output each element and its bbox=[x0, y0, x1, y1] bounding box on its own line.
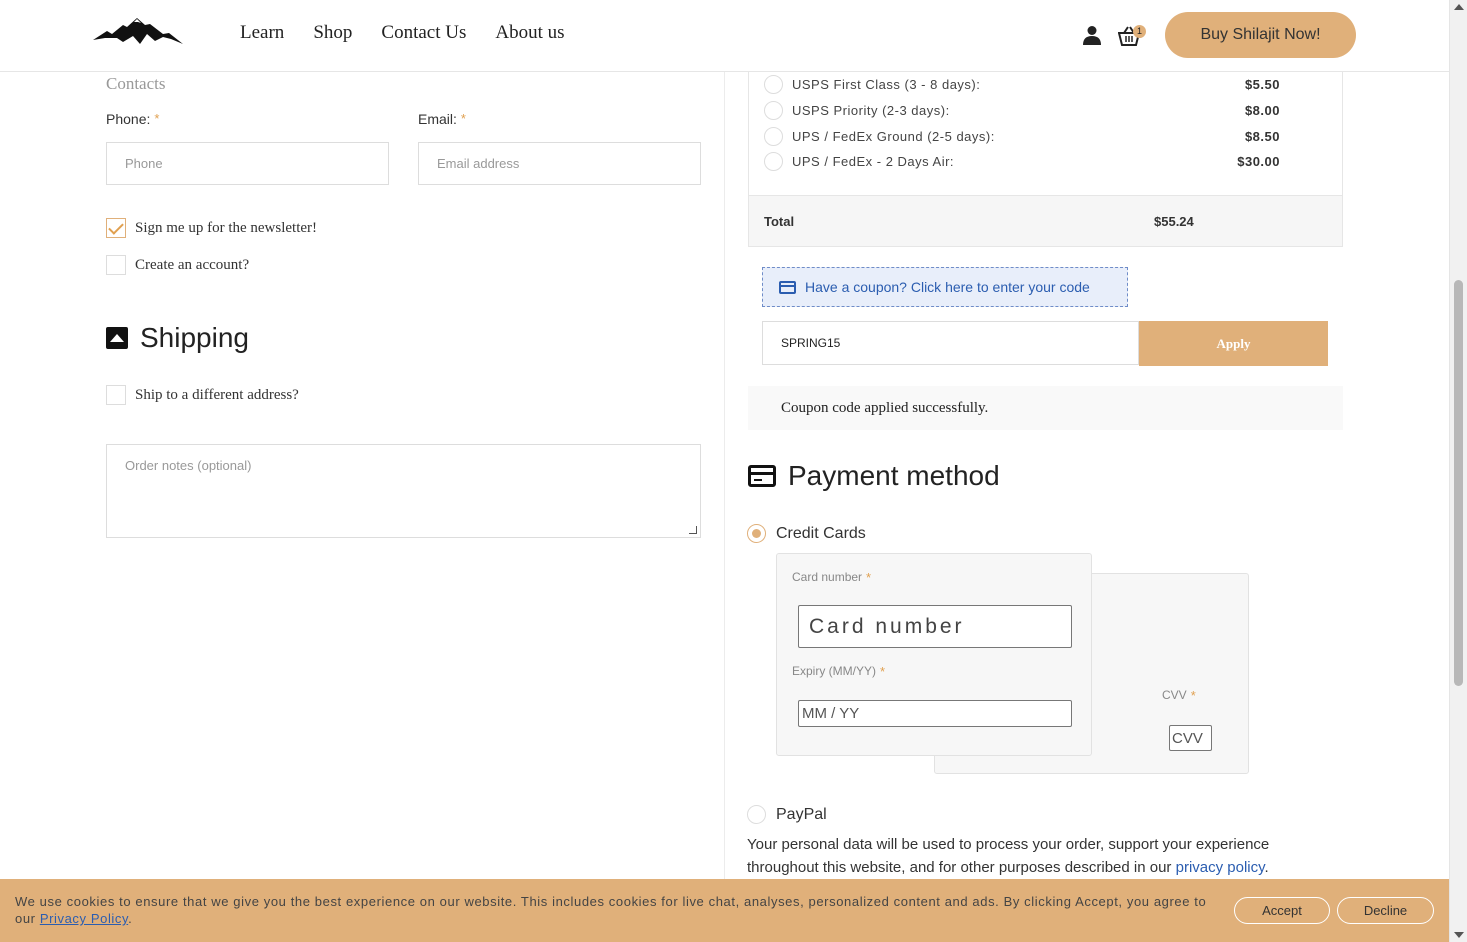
coupon-toggle-notice[interactable]: Have a coupon? Click here to enter your … bbox=[762, 267, 1128, 307]
credit-cards-option[interactable]: Credit Cards bbox=[747, 524, 866, 543]
credit-cards-label: Credit Cards bbox=[776, 524, 866, 542]
order-total-row: Total $55.24 bbox=[748, 195, 1343, 247]
card-number-label: Card number * bbox=[792, 570, 872, 585]
required-marker: * bbox=[460, 111, 466, 126]
shipping-option-price: $30.00 bbox=[1237, 154, 1280, 169]
newsletter-label: Sign me up for the newsletter! bbox=[135, 219, 318, 236]
shipping-radio[interactable] bbox=[764, 75, 783, 94]
create-account-label: Create an account? bbox=[135, 256, 250, 273]
apply-coupon-button[interactable]: Apply bbox=[1139, 321, 1328, 366]
email-label: Email: * bbox=[418, 111, 466, 127]
mountain-logo-icon[interactable] bbox=[93, 16, 183, 48]
expiry-placeholder: MM / YY bbox=[802, 705, 860, 722]
payment-method-heading: Payment method bbox=[748, 460, 1000, 492]
required-marker: * bbox=[154, 111, 160, 126]
newsletter-checkbox[interactable] bbox=[106, 218, 126, 238]
scroll-up-arrow-icon[interactable] bbox=[1454, 4, 1464, 10]
cvv-input[interactable]: CVV bbox=[1169, 725, 1212, 751]
paypal-option[interactable]: PayPal bbox=[747, 805, 827, 824]
cookie-privacy-policy-link[interactable]: Privacy Policy bbox=[40, 911, 128, 926]
shipping-option-name: USPS Priority (2-3 days): bbox=[792, 103, 950, 118]
create-account-checkbox[interactable] bbox=[106, 255, 126, 275]
coupon-success-message: Coupon code applied successfully. bbox=[748, 386, 1343, 430]
cookie-message: We use cookies to ensure that we give yo… bbox=[15, 894, 1207, 926]
ship-different-option[interactable]: Ship to a different address? bbox=[106, 385, 299, 405]
column-divider bbox=[724, 72, 725, 942]
payment-method-title: Payment method bbox=[788, 460, 1000, 491]
shipping-option-name: UPS / FedEx Ground (2-5 days): bbox=[792, 129, 995, 144]
email-placeholder: Email address bbox=[437, 156, 520, 171]
resize-grip-icon[interactable] bbox=[689, 526, 697, 534]
nav-learn-link[interactable]: Learn bbox=[240, 22, 284, 44]
card-number-input[interactable]: Card number bbox=[798, 605, 1072, 648]
user-account-icon[interactable] bbox=[1082, 25, 1102, 45]
ship-different-label: Ship to a different address? bbox=[135, 386, 299, 403]
site-header: Learn Shop Contact Us About us 1 Buy Shi… bbox=[0, 0, 1449, 72]
required-marker: * bbox=[1190, 688, 1196, 703]
order-notes-textarea[interactable]: Order notes (optional) bbox=[106, 444, 701, 538]
credit-card-icon bbox=[779, 280, 796, 294]
total-label: Total bbox=[764, 214, 795, 229]
nav-contact-link[interactable]: Contact Us bbox=[381, 22, 466, 44]
shipping-option-price: $8.00 bbox=[1244, 103, 1280, 118]
shipping-title: Shipping bbox=[140, 322, 249, 353]
shipping-heading[interactable]: Shipping bbox=[106, 322, 249, 354]
collapse-arrow-icon[interactable] bbox=[106, 327, 128, 349]
expiry-label: Expiry (MM/YY) * bbox=[792, 664, 886, 679]
coupon-code-value: SPRING15 bbox=[781, 336, 841, 350]
credit-card-icon bbox=[748, 465, 776, 487]
coupon-toggle-link[interactable]: Have a coupon? Click here to enter your … bbox=[805, 279, 1090, 295]
nav-shop-link[interactable]: Shop bbox=[313, 22, 352, 44]
privacy-notice: Your personal data will be used to proce… bbox=[747, 836, 1270, 876]
required-marker: * bbox=[866, 570, 872, 585]
paypal-radio[interactable] bbox=[747, 805, 766, 824]
phone-label: Phone: * bbox=[106, 111, 160, 127]
create-account-option[interactable]: Create an account? bbox=[106, 255, 249, 275]
credit-cards-radio[interactable] bbox=[747, 524, 766, 543]
phone-input[interactable]: Phone bbox=[106, 142, 389, 185]
ship-different-checkbox[interactable] bbox=[106, 385, 126, 405]
phone-placeholder: Phone bbox=[125, 156, 163, 171]
shipping-option[interactable]: UPS / FedEx - 2 Days Air: $30.00 bbox=[764, 152, 1280, 171]
shipping-option-name: USPS First Class (3 - 8 days): bbox=[792, 77, 981, 92]
shipping-radio[interactable] bbox=[764, 152, 783, 171]
shipping-option-price: $5.50 bbox=[1244, 77, 1280, 92]
shipping-option-price: $8.50 bbox=[1244, 129, 1280, 144]
newsletter-option[interactable]: Sign me up for the newsletter! bbox=[106, 218, 317, 238]
cart-count-badge: 1 bbox=[1133, 25, 1146, 38]
total-value: $55.24 bbox=[1154, 214, 1194, 229]
shipping-option-name: UPS / FedEx - 2 Days Air: bbox=[792, 154, 955, 169]
privacy-policy-link[interactable]: privacy policy bbox=[1176, 859, 1265, 876]
cookie-decline-button[interactable]: Decline bbox=[1337, 897, 1434, 924]
shipping-option[interactable]: UPS / FedEx Ground (2-5 days): $8.50 bbox=[764, 127, 1280, 146]
expiry-input[interactable]: MM / YY bbox=[798, 700, 1072, 727]
card-number-placeholder: Card number bbox=[809, 614, 965, 638]
shipping-radio[interactable] bbox=[764, 127, 783, 146]
coupon-code-input[interactable]: SPRING15 bbox=[762, 321, 1139, 365]
required-marker: * bbox=[880, 664, 886, 679]
cvv-label: CVV * bbox=[1162, 688, 1196, 703]
paypal-label: PayPal bbox=[776, 805, 827, 823]
cookie-accept-button[interactable]: Accept bbox=[1234, 897, 1330, 924]
page-scrollbar[interactable] bbox=[1449, 0, 1467, 942]
order-notes-placeholder: Order notes (optional) bbox=[125, 458, 252, 473]
scrollbar-thumb[interactable] bbox=[1454, 280, 1463, 686]
email-input[interactable]: Email address bbox=[418, 142, 701, 185]
nav-about-link[interactable]: About us bbox=[495, 22, 564, 44]
buy-shilajit-button[interactable]: Buy Shilajit Now! bbox=[1165, 12, 1356, 58]
cookie-consent-bar: We use cookies to ensure that we give yo… bbox=[0, 879, 1449, 942]
main-nav: Learn Shop Contact Us About us bbox=[240, 22, 565, 44]
shipping-radio[interactable] bbox=[764, 101, 783, 120]
shipping-option[interactable]: USPS Priority (2-3 days): $8.00 bbox=[764, 101, 1280, 120]
contacts-section-title: Contacts bbox=[106, 74, 166, 93]
scroll-down-arrow-icon[interactable] bbox=[1454, 932, 1464, 938]
cvv-placeholder: CVV bbox=[1172, 729, 1203, 747]
shipping-option[interactable]: USPS First Class (3 - 8 days): $5.50 bbox=[764, 75, 1280, 94]
